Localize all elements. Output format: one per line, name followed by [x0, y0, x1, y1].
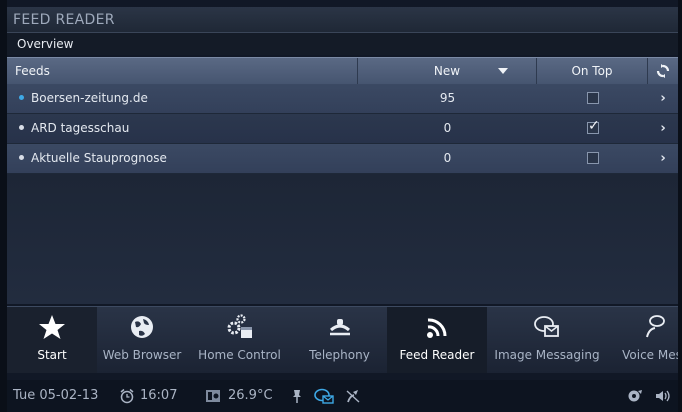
app-title: FEED READER	[7, 7, 678, 33]
bullet-icon	[19, 95, 24, 100]
open-feed-chevron-icon[interactable]: ›	[648, 144, 678, 173]
image-message-icon	[534, 316, 559, 337]
dock-item-label: Feed Reader	[399, 348, 475, 362]
table-row[interactable]: Boersen-zeitung.de 95 ›	[7, 84, 678, 114]
column-header-feeds[interactable]: Feeds	[7, 58, 358, 84]
checkmark-icon: ✓	[588, 118, 600, 134]
left-bezel	[0, 0, 7, 412]
column-header-new-label: New	[433, 64, 461, 78]
column-header-new[interactable]: New	[358, 58, 537, 84]
status-time: 16:07	[140, 388, 178, 403]
refresh-button[interactable]	[648, 58, 678, 84]
muted-microphone-icon[interactable]	[345, 388, 361, 404]
dock-item-label: Telephony	[309, 348, 370, 362]
dock-item-label: Start	[37, 348, 67, 362]
volume-icon[interactable]	[655, 388, 671, 404]
dock-item-voice-messaging[interactable]: Voice Mes	[607, 307, 678, 373]
on-top-cell	[537, 144, 648, 173]
dock-item-web-browser[interactable]: Web Browser	[97, 307, 187, 373]
bullet-icon	[19, 155, 24, 160]
dock-item-start[interactable]: Start	[7, 307, 97, 373]
dock-item-telephony[interactable]: Telephony	[292, 307, 387, 373]
globe-icon	[131, 316, 153, 338]
thermometer-icon[interactable]	[205, 388, 221, 404]
voice-message-icon	[646, 315, 665, 338]
app-dock: Start Web Browser Home Control Telephony	[7, 306, 678, 373]
bullet-icon	[19, 125, 24, 130]
status-temperature: 26.9°C	[228, 388, 273, 403]
feed-name-cell: Boersen-zeitung.de	[7, 84, 358, 113]
table-row[interactable]: Aktuelle Stauprognose 0 ›	[7, 144, 678, 174]
column-header-on-top[interactable]: On Top	[537, 58, 648, 84]
feed-name-cell: Aktuelle Stauprognose	[7, 144, 358, 173]
pin-icon[interactable]	[289, 388, 305, 404]
on-top-checkbox[interactable]	[587, 92, 599, 104]
rss-icon	[427, 318, 447, 338]
dock-item-home-control[interactable]: Home Control	[187, 307, 292, 373]
open-feed-chevron-icon[interactable]: ›	[648, 84, 678, 113]
feed-list-empty-area	[7, 174, 678, 304]
right-bezel	[678, 0, 682, 412]
on-top-checkbox[interactable]: ✓	[587, 118, 600, 134]
dock-item-image-messaging[interactable]: Image Messaging	[487, 307, 607, 373]
table-header: Feeds New On Top	[7, 57, 678, 84]
feed-list: Boersen-zeitung.de 95 › ARD tagesschau 0…	[7, 84, 678, 174]
feed-name: ARD tagesschau	[31, 121, 130, 135]
alarm-clock-icon[interactable]	[119, 388, 135, 404]
feed-name: Aktuelle Stauprognose	[31, 151, 167, 165]
message-notification-icon[interactable]	[314, 388, 334, 404]
refresh-icon	[656, 64, 670, 78]
status-bar: Tue 05-02-13 16:07 26.9°C	[7, 380, 678, 412]
on-top-cell: ✓	[537, 114, 648, 143]
new-count: 0	[443, 121, 452, 135]
dock-item-label: Home Control	[198, 348, 281, 362]
open-feed-chevron-icon[interactable]: ›	[648, 114, 678, 143]
table-row[interactable]: ARD tagesschau 0 ✓ ›	[7, 114, 678, 144]
new-count: 0	[443, 151, 452, 165]
dock-item-label: Voice Mes	[622, 348, 678, 362]
dock-item-feed-reader[interactable]: Feed Reader	[387, 307, 487, 373]
star-icon	[39, 315, 65, 339]
breadcrumb-overview[interactable]: Overview	[7, 33, 678, 55]
on-top-cell	[537, 84, 648, 113]
sort-descending-icon	[498, 68, 508, 74]
gears-calendar-icon	[227, 314, 252, 338]
feed-name-cell: ARD tagesschau	[7, 114, 358, 143]
status-date: Tue 05-02-13	[13, 388, 99, 403]
new-count: 95	[439, 91, 456, 105]
dock-item-label: Image Messaging	[494, 348, 600, 362]
dock-item-label: Web Browser	[102, 348, 182, 362]
feed-name: Boersen-zeitung.de	[31, 91, 148, 105]
settings-icon[interactable]	[627, 388, 643, 404]
telephone-icon	[329, 319, 350, 336]
on-top-checkbox[interactable]	[587, 152, 599, 164]
